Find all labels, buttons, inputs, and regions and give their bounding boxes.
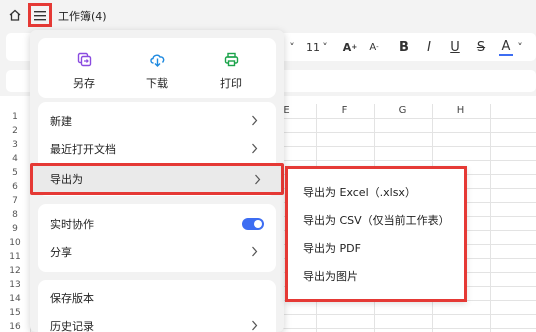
save-as-icon [77, 52, 91, 67]
chevron-right-icon [252, 115, 258, 126]
menu-item-save-version[interactable]: 保存版本 [38, 284, 276, 312]
row-number[interactable]: 5 [0, 167, 30, 180]
save-as-button[interactable]: 另存 [59, 52, 109, 91]
title-bar: 工作簿(4) [0, 0, 536, 30]
menu-item-export-as[interactable]: 导出为 [30, 163, 284, 195]
increase-font-size-button[interactable]: A + [342, 38, 358, 56]
menu-item-label: 分享 [50, 246, 72, 259]
menu-item-label: 最近打开文档 [50, 143, 116, 156]
export-pdf-option[interactable]: 导出为 PDF [303, 240, 361, 256]
hamburger-menu-icon [34, 10, 46, 20]
italic-button[interactable]: I [422, 38, 436, 56]
row-number[interactable]: 11 [0, 251, 30, 264]
document-title: 工作簿(4) [58, 10, 107, 23]
file-actions-card: 新建 最近打开文档 导出为 [30, 102, 284, 196]
chevron-right-icon [252, 246, 258, 257]
home-icon [9, 9, 21, 21]
menu-item-history[interactable]: 历史记录 [38, 312, 276, 332]
font-color-chevron-icon[interactable]: ˅ [516, 38, 524, 56]
collaboration-card: 实时协作 分享 [38, 204, 276, 272]
realtime-collab-toggle[interactable] [242, 218, 264, 230]
column-header-h[interactable]: H [432, 104, 489, 118]
decrease-font-icon: A [369, 41, 377, 53]
chevron-right-icon [252, 320, 258, 331]
chevron-right-icon [255, 174, 261, 185]
font-color-button[interactable]: A [499, 38, 513, 56]
bold-button[interactable]: B [397, 38, 411, 56]
export-csv-option[interactable]: 导出为 CSV（仅当前工作表） [303, 212, 450, 228]
font-size-value[interactable]: 11 [306, 38, 320, 56]
menu-item-label: 新建 [50, 115, 72, 128]
main-menu-button[interactable] [28, 3, 52, 27]
menu-item-new[interactable]: 新建 [38, 107, 276, 135]
row-number[interactable]: 10 [0, 237, 30, 250]
row-number[interactable]: 16 [0, 321, 30, 332]
main-menu-dropdown: 另存 下载 打印 新建 最近打开文档 导出为 实时协作 分享 保存版本 历史记录 [30, 30, 284, 332]
font-family-dropdown-chevron-icon[interactable]: ˅ [288, 38, 296, 56]
increase-font-icon: A [342, 40, 352, 54]
decrease-font-size-button[interactable]: A- [366, 38, 382, 56]
row-number[interactable]: 4 [0, 153, 30, 166]
menu-item-label: 实时协作 [50, 218, 94, 231]
home-button[interactable] [7, 6, 23, 24]
menu-item-recent-documents[interactable]: 最近打开文档 [38, 135, 276, 163]
row-number[interactable]: 8 [0, 209, 30, 222]
print-label: 打印 [220, 77, 242, 90]
row-number[interactable]: 6 [0, 181, 30, 194]
row-number[interactable]: 12 [0, 265, 30, 278]
row-number[interactable]: 3 [0, 139, 30, 152]
menu-item-label: 保存版本 [50, 292, 94, 305]
print-button[interactable]: 打印 [206, 52, 256, 91]
print-icon [224, 52, 238, 67]
row-number[interactable]: 7 [0, 195, 30, 208]
row-number[interactable]: 2 [0, 125, 30, 138]
row-number[interactable]: 14 [0, 293, 30, 306]
menu-item-label: 导出为 [50, 173, 83, 186]
export-submenu: 导出为 Excel（.xlsx） 导出为 CSV（仅当前工作表） 导出为 PDF… [285, 166, 467, 302]
row-number[interactable]: 9 [0, 223, 30, 236]
download-button[interactable]: 下载 [132, 52, 182, 91]
row-number[interactable]: 13 [0, 279, 30, 292]
version-card: 保存版本 历史记录 [38, 280, 276, 332]
row-number[interactable]: 15 [0, 307, 30, 320]
download-label: 下载 [146, 77, 168, 90]
underline-button[interactable]: U [448, 38, 462, 56]
menu-item-realtime-collab[interactable]: 实时协作 [38, 210, 276, 238]
column-header-g[interactable]: G [374, 104, 431, 118]
export-image-option[interactable]: 导出为图片 [303, 268, 358, 284]
quick-actions-card: 另存 下载 打印 [38, 38, 276, 98]
download-icon [149, 54, 164, 67]
column-header-f[interactable]: F [316, 104, 373, 118]
chevron-right-icon [252, 143, 258, 154]
menu-item-share[interactable]: 分享 [38, 238, 276, 266]
export-excel-option[interactable]: 导出为 Excel（.xlsx） [303, 184, 416, 200]
save-as-label: 另存 [73, 77, 95, 90]
menu-item-label: 历史记录 [50, 320, 94, 332]
row-number[interactable]: 1 [0, 111, 30, 124]
font-size-dropdown-chevron-icon[interactable]: ˅ [321, 38, 329, 56]
strikethrough-button[interactable]: S [474, 38, 488, 56]
